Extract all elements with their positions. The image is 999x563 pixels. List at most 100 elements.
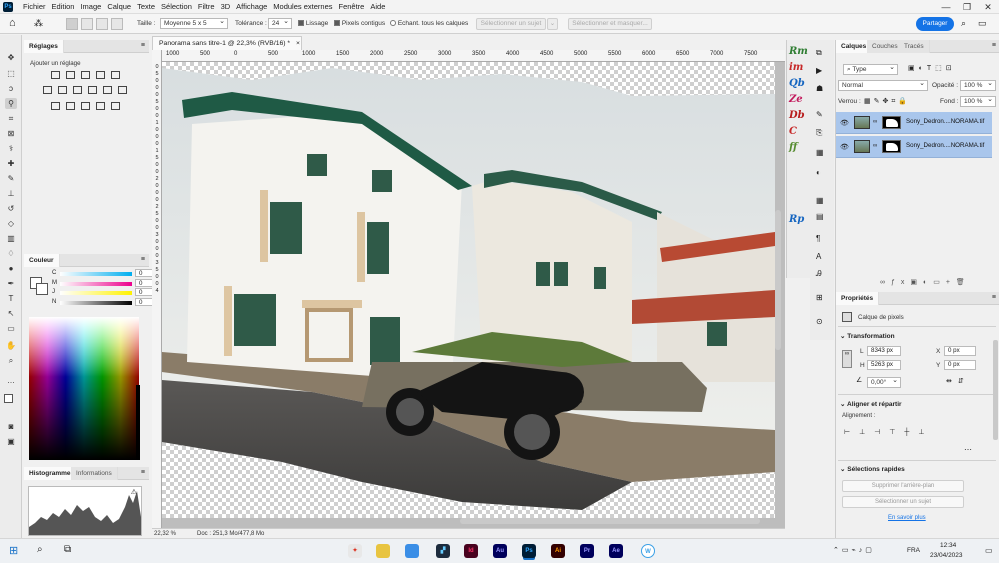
zoom-tool-icon[interactable]: ⌕ [5, 355, 17, 366]
notification-icon[interactable]: ▭ [985, 546, 993, 555]
document-tab[interactable]: Panorama sans titre-1 @ 22,3% (RVB/16) *… [152, 36, 302, 50]
hand-tool-icon[interactable]: ✋ [5, 340, 17, 351]
move-tool-icon[interactable]: ✥ [5, 52, 17, 63]
layers-menu-icon[interactable]: ≡ [992, 42, 996, 49]
quick-actions-section-title[interactable]: ⌄ Sélections rapides [840, 465, 905, 473]
smoothing-checkbox[interactable]: Lissage [298, 18, 328, 29]
info-panel-icon[interactable]: ☗ [816, 84, 823, 93]
dodge-tool-icon[interactable]: ● [5, 263, 17, 274]
opacity-input[interactable]: 100 % [960, 79, 996, 91]
menu-fichier[interactable]: Fichier [20, 0, 49, 14]
menu-aide[interactable]: Aide [367, 0, 388, 14]
menu-affichage[interactable]: Affichage [233, 0, 270, 14]
brush-settings-icon[interactable]: ✎ [816, 110, 823, 119]
plugin-rm-icon[interactable]: Rm [789, 46, 808, 62]
foreground-color-swatch[interactable] [4, 394, 13, 403]
menu-modules-externes[interactable]: Modules externes [270, 0, 335, 14]
angle-input[interactable]: 0,00° [867, 376, 901, 388]
fill-input[interactable]: 100 % [960, 95, 996, 107]
home-icon[interactable]: ⌂ [9, 17, 16, 30]
gradient-panel-icon[interactable]: ▤ [816, 212, 824, 221]
size-dropdown[interactable]: Moyenne 5 x 5 [160, 17, 228, 29]
tab-info[interactable]: Informations [71, 467, 118, 480]
gradient-tool-icon[interactable]: ▥ [5, 233, 17, 244]
adobe-id-icon[interactable]: Id [464, 544, 478, 558]
color-ramp[interactable] [29, 317, 139, 460]
new-selection-icon[interactable] [66, 18, 78, 30]
histogram-warning-icon[interactable]: ⚠ [131, 488, 137, 496]
properties-panel-icon[interactable]: ⊙ [816, 317, 823, 326]
layer-name[interactable]: Sony_Dedron....NORAMA.tif [906, 142, 984, 149]
healing-brush-icon[interactable]: ✚ [5, 158, 17, 169]
visibility-eye-icon[interactable]: 👁 [840, 119, 849, 127]
menu-edition[interactable]: Edition [49, 0, 78, 14]
histogram-menu-icon[interactable]: ≡ [141, 469, 145, 476]
plugin-ze-icon[interactable]: Ze [789, 94, 808, 110]
height-input[interactable]: 5263 px [867, 360, 901, 370]
align-section-title[interactable]: ⌄ Aligner et répartir [840, 400, 902, 408]
play-action-icon[interactable]: ▶ [816, 66, 822, 75]
brush-tool-icon[interactable]: ✎ [5, 173, 17, 184]
tolerance-input[interactable]: 24 [268, 17, 292, 29]
tab-color[interactable]: Couleur [24, 254, 60, 267]
color-panel-icon[interactable]: ◐ [816, 168, 821, 177]
flip-icons[interactable]: ⇹⇵ [946, 377, 970, 385]
menu-filtre[interactable]: Filtre [195, 0, 218, 14]
plugin-db-icon[interactable]: Db [789, 110, 808, 126]
cyan-slider[interactable] [60, 272, 132, 276]
clone-source-icon[interactable]: ⎘ [816, 128, 822, 138]
menu-calque[interactable]: Calque [104, 0, 134, 14]
menu-selection[interactable]: Sélection [158, 0, 195, 14]
select-subject-quick-button[interactable]: Sélectionner un sujet [842, 496, 964, 508]
file-explorer-icon[interactable] [376, 544, 390, 558]
crop-tool-icon[interactable]: ⌗ [5, 113, 17, 124]
adobe-ae-icon[interactable]: Ae [609, 544, 623, 558]
link-dimensions-icon[interactable]: ∞ [842, 350, 852, 368]
layer-filter-dropdown[interactable]: ⌕ Type [843, 63, 898, 75]
marquee-tool-icon[interactable]: ⬚ [5, 68, 17, 79]
properties-menu-icon[interactable]: ≡ [992, 294, 996, 301]
y-input[interactable]: 0 px [944, 360, 976, 370]
paragraph-icon[interactable]: ¶ [816, 234, 820, 243]
select-subject-button[interactable]: Sélectionner un sujet [476, 18, 546, 30]
terminal-app-icon[interactable]: ▞ [436, 544, 450, 558]
menu-texte[interactable]: Texte [134, 0, 158, 14]
color-bg-swatch[interactable] [36, 283, 48, 295]
adobe-ps-icon[interactable]: Ps [522, 544, 536, 558]
stamp-tool-icon[interactable]: ⊥ [5, 188, 17, 199]
layer-filter-icons[interactable]: ▣◐T⬚⊡ [908, 64, 956, 72]
eraser-tool-icon[interactable]: ◇ [5, 218, 17, 229]
type-tool-icon[interactable]: T [5, 293, 17, 304]
browser-app-icon[interactable]: W [641, 544, 655, 558]
more-tools-icon[interactable]: … [5, 375, 17, 386]
tab-histogram[interactable]: Histogramme [24, 467, 77, 480]
plugin-im-icon[interactable]: im [789, 62, 808, 78]
character-icon[interactable]: A [816, 252, 821, 261]
learn-more-link[interactable]: En savoir plus [888, 515, 926, 521]
add-selection-icon[interactable] [81, 18, 93, 30]
magic-wand-tool-icon[interactable]: ⁂ [34, 18, 43, 29]
quick-mask-icon[interactable]: ◙ [5, 421, 17, 432]
visibility-eye-icon[interactable]: 👁 [840, 143, 849, 151]
tab-properties[interactable]: Propriétés [836, 292, 880, 305]
close-window-button[interactable]: ✕ [978, 0, 998, 14]
minimize-button[interactable]: — [936, 0, 956, 14]
screen-mode-icon[interactable]: ▣ [5, 436, 17, 447]
magic-wand-tool-icon[interactable]: ⚲ [5, 98, 17, 109]
share-button[interactable]: Partager [916, 17, 954, 31]
lock-icons[interactable]: ▦✎✥⌗🔒 [864, 97, 910, 106]
clock-date[interactable]: 23/04/2023 [930, 552, 963, 559]
panel-menu-icon[interactable]: ≡ [141, 42, 145, 49]
cleaner-app-icon[interactable]: ✦ [348, 544, 362, 558]
layer-row[interactable]: 👁 ∞ Sony_Dedron....NORAMA.tif [836, 136, 992, 158]
canvas-horizontal-scrollbar[interactable] [460, 518, 760, 524]
task-view-icon[interactable]: ⧉ [64, 544, 71, 555]
plugin-ff-icon[interactable]: ff [789, 142, 808, 158]
pen-tool-icon[interactable]: ✒ [5, 278, 17, 289]
adjustment-icons-row-1[interactable] [48, 71, 123, 81]
windows-start-icon[interactable]: ⊞ [9, 544, 18, 557]
maximize-button[interactable]: ❐ [957, 0, 977, 14]
plugin-qb-icon[interactable]: Qb [789, 78, 808, 94]
adjust-panel-icon[interactable]: ⊞ [816, 293, 823, 302]
system-tray-icons[interactable]: ⌃▭⌁♪▢ [833, 546, 875, 554]
